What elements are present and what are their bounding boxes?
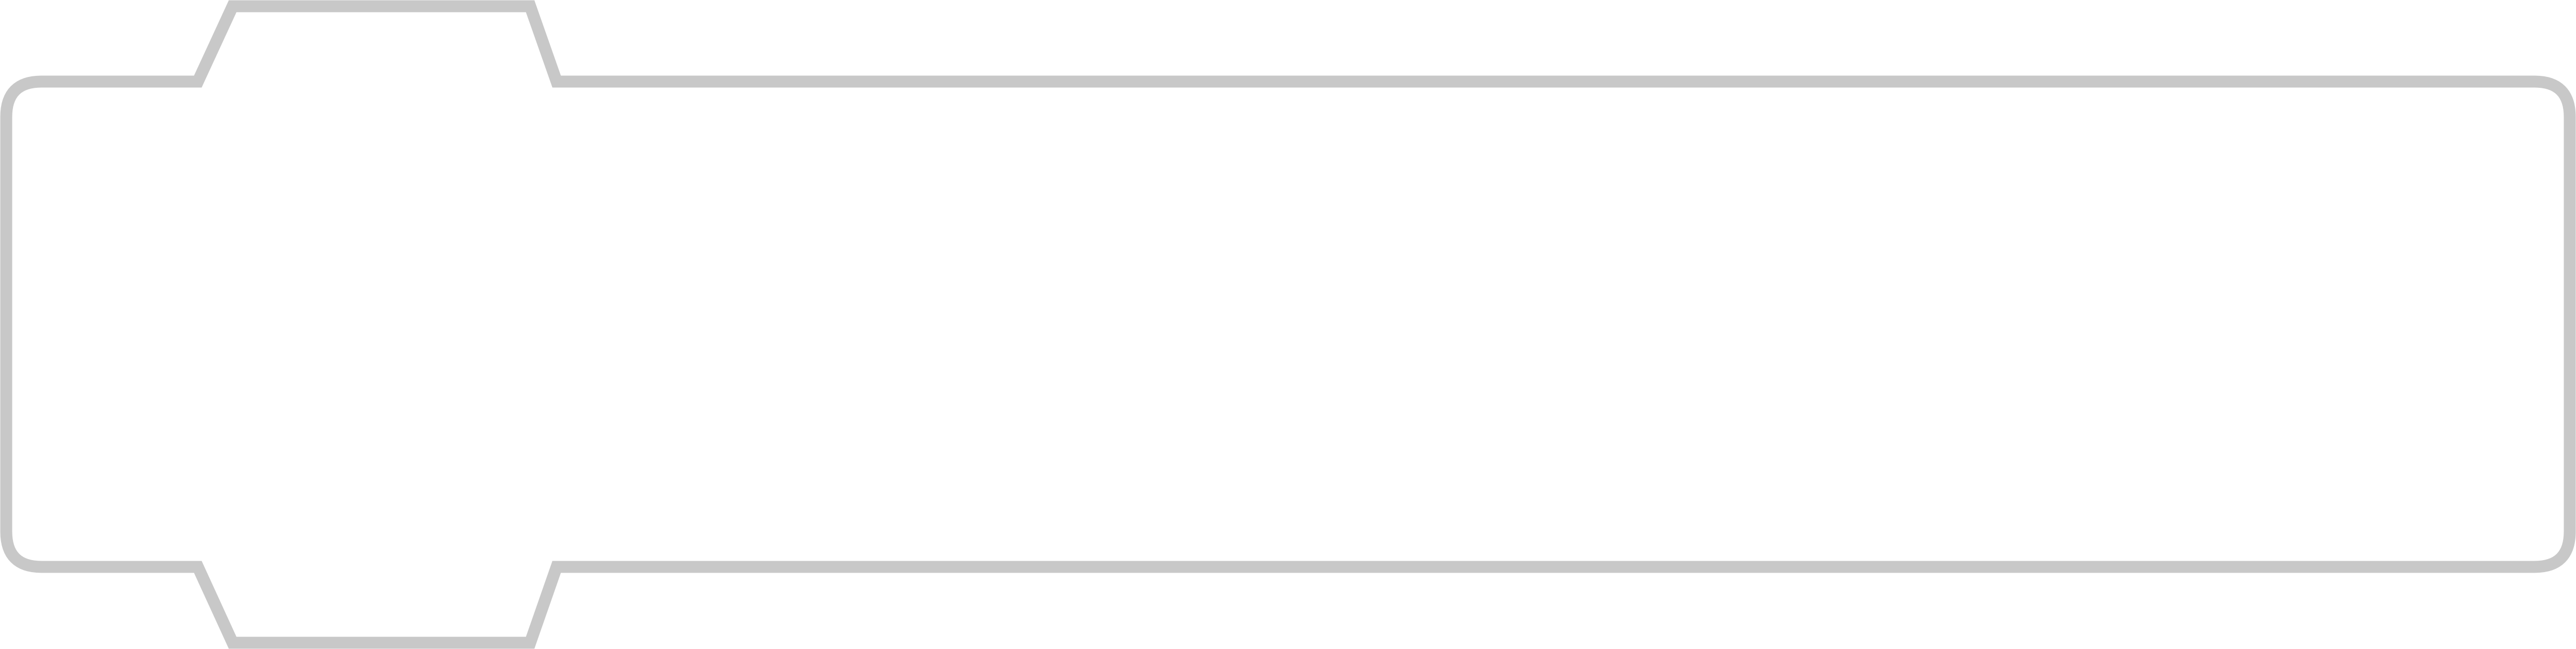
- frame-border: [0, 0, 2576, 649]
- tabbed-frame-outline: [0, 0, 2576, 649]
